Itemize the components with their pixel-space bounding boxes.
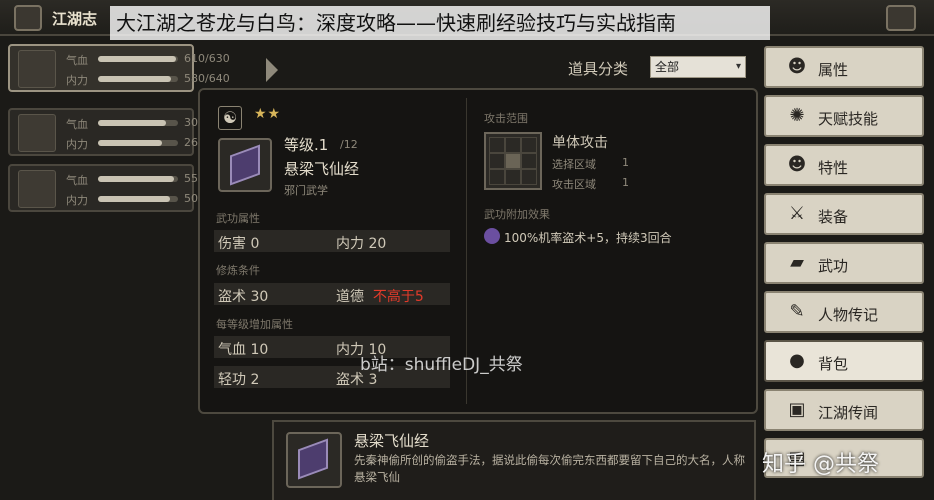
- hp-label: 气血: [66, 174, 88, 187]
- menu-equipment[interactable]: ⚔ 装备: [764, 193, 924, 235]
- attack-area-value: 1: [622, 176, 629, 189]
- menu-martial-arts[interactable]: ▰ 武功: [764, 242, 924, 284]
- hp-bar: [98, 120, 178, 126]
- skill-school: 邪门武学: [284, 184, 328, 197]
- rarity-stars: ★★: [254, 106, 282, 122]
- hp-value: 610/630: [184, 52, 230, 65]
- damage-value: 0: [250, 236, 260, 252]
- menu-traits[interactable]: ☻ 特性: [764, 144, 924, 186]
- mp-bar: [98, 196, 178, 202]
- menu-rumors[interactable]: ▣ 江湖传闻: [764, 389, 924, 431]
- hp-label: 气血: [66, 54, 88, 67]
- select-area-label: 选择区域: [552, 158, 596, 171]
- select-area-value: 1: [622, 156, 629, 169]
- skill-level: 等级.1: [284, 136, 329, 154]
- item-title: 悬梁飞仙经: [354, 432, 430, 450]
- section-per-level: 每等级增加属性: [216, 318, 293, 331]
- app-title: 江湖志: [52, 10, 98, 28]
- martial-book-icon: [218, 138, 272, 192]
- menu-attributes[interactable]: ☻ 属性: [764, 46, 924, 88]
- req-morality-value: 不高于5: [372, 289, 424, 305]
- attack-area-label: 攻击区域: [552, 178, 596, 191]
- talent-icon: ✺: [789, 105, 805, 126]
- category-selected-value: 全部: [655, 60, 680, 74]
- mp-value: 580/640: [184, 72, 230, 85]
- hp-label: 气血: [66, 118, 88, 131]
- mp-bar: [98, 140, 178, 146]
- martial-book-icon: [286, 432, 342, 488]
- section-requirements: 修炼条件: [216, 264, 260, 277]
- menu-biography[interactable]: ✎ 人物传记: [764, 291, 924, 333]
- rumor-icon: ▣: [788, 399, 806, 420]
- yin-yang-icon: ☯: [218, 106, 242, 130]
- bilibili-watermark: b站：shuffleDJ_共祭: [360, 355, 523, 375]
- extra-effect-title: 武功附加效果: [484, 208, 550, 221]
- party-member-3[interactable]: 气血 550 内力 500: [8, 164, 205, 212]
- close-menu-icon[interactable]: [886, 5, 916, 31]
- trait-icon: ☻: [787, 154, 807, 175]
- avatar: [18, 170, 56, 208]
- menu-talents[interactable]: ✺ 天赋技能: [764, 95, 924, 137]
- buff-icon: [484, 228, 500, 244]
- skill-name: 悬梁飞仙经: [284, 160, 360, 178]
- extra-effect-text: 100%机率盗术+5，持续3回合: [504, 231, 672, 245]
- zhihu-watermark: 知乎 @共祭: [762, 452, 879, 477]
- attr-row: 伤害 0 内力 20: [214, 230, 450, 252]
- party-member-1[interactable]: 气血 610/630 内力 580/640: [8, 44, 230, 92]
- hp-bar: [98, 56, 178, 62]
- sword-icon: ⚔: [788, 203, 806, 224]
- attribute-icon: ☻: [787, 56, 807, 77]
- scroll-icon: ✎: [789, 301, 805, 322]
- item-description: 先秦神偷所创的偷盗手法，据说此偷每次偷完东西都要留下自己的大名，人称悬梁飞仙: [354, 453, 745, 484]
- chevron-down-icon: ▾: [735, 61, 741, 72]
- martial-book-icon: ▰: [790, 252, 804, 273]
- mp-bar: [98, 76, 178, 82]
- req-theft-value: 30: [250, 289, 269, 305]
- attack-type: 单体攻击: [552, 135, 608, 151]
- selected-arrow-icon: [266, 58, 278, 82]
- hp-bar: [98, 176, 178, 182]
- party-member-2[interactable]: 气血 305 内力 260: [8, 108, 205, 156]
- section-skill-attributes: 武功属性: [216, 212, 260, 225]
- category-select[interactable]: 全部 ▾: [650, 56, 746, 78]
- avatar: [18, 114, 56, 152]
- article-title-banner: 大江湖之苍龙与白鸟：深度攻略——快速刷经验技巧与实战指南: [110, 6, 770, 40]
- attack-range-grid: [484, 132, 542, 190]
- avatar: [18, 50, 56, 88]
- attack-range-title: 攻击范围: [484, 112, 528, 125]
- journal-icon[interactable]: [14, 5, 42, 31]
- skill-level-max: /12: [340, 138, 358, 151]
- mp-label: 内力: [66, 74, 88, 87]
- attr-row: 盗术 30 道德 不高于5: [214, 283, 450, 305]
- mp-cost-value: 20: [368, 236, 387, 252]
- item-description-panel: 悬梁飞仙经 先秦神偷所创的偷盗手法，据说此偷每次偷完东西都要留下自己的大名，人称…: [272, 420, 756, 500]
- bag-icon: ●: [789, 350, 805, 371]
- mp-label: 内力: [66, 138, 88, 151]
- menu-inventory[interactable]: ● 背包: [764, 340, 924, 382]
- category-label: 道具分类: [568, 60, 629, 78]
- mp-label: 内力: [66, 194, 88, 207]
